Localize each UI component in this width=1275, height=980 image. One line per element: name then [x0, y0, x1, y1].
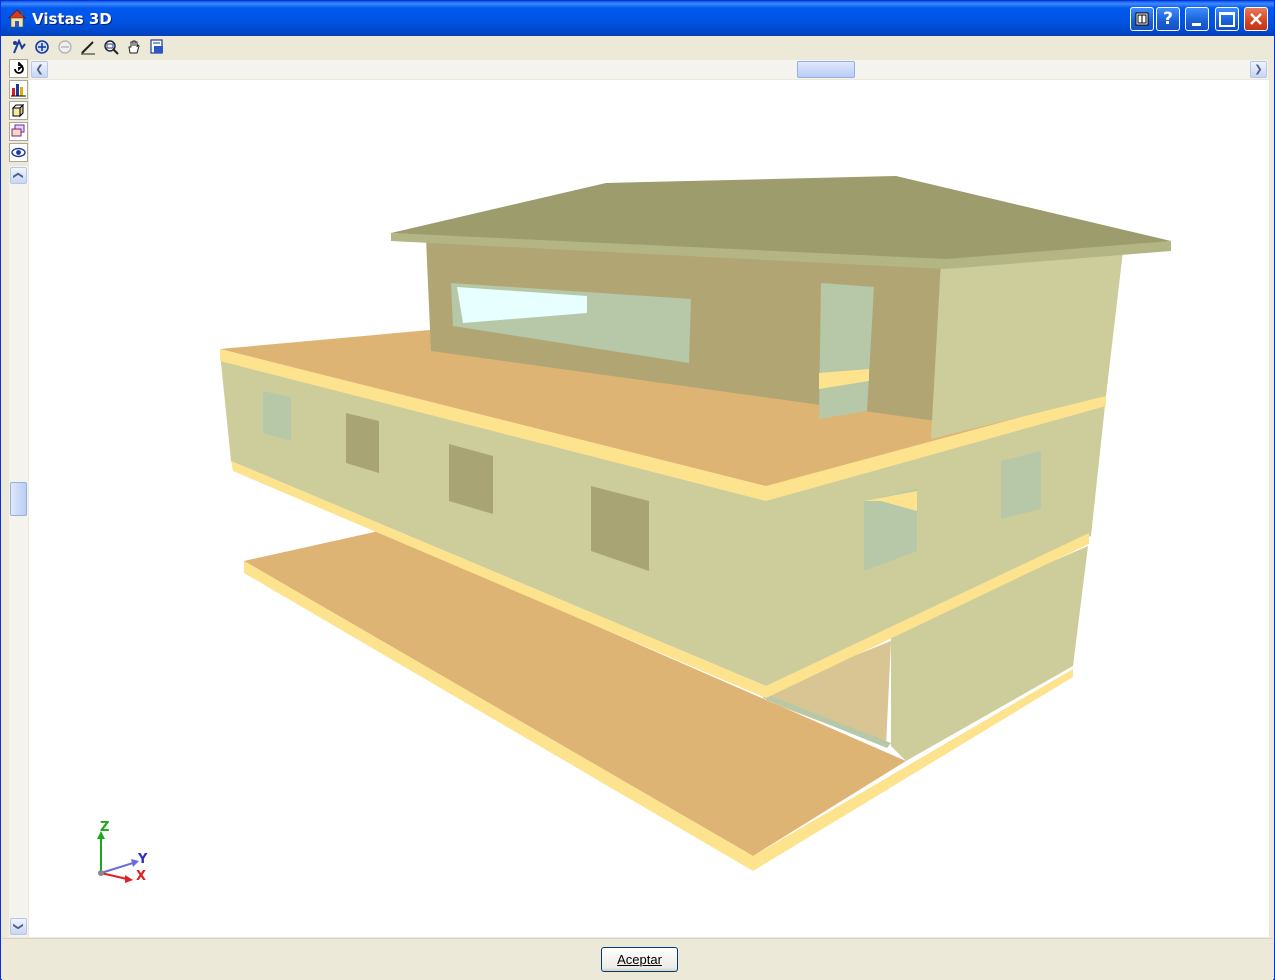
app-house-icon — [7, 8, 27, 28]
undo-view-button[interactable] — [9, 59, 28, 78]
question-mark-icon: ? — [1163, 9, 1173, 29]
window-1 — [263, 391, 291, 441]
zoom-window-icon[interactable] — [102, 38, 120, 56]
building-3d-model — [220, 176, 1171, 871]
horizontal-scrollbar[interactable]: ❮ ❯ — [30, 60, 1268, 79]
axis-origin — [98, 870, 104, 876]
maximize-icon — [1219, 11, 1235, 27]
undo-arrow-icon — [14, 62, 24, 74]
scroll-up-button[interactable]: ❮ — [10, 167, 27, 184]
vertical-scrollbar[interactable]: ❮ ❯ — [9, 166, 28, 937]
visibility-button[interactable] — [9, 143, 28, 162]
minimize-icon — [1192, 23, 1201, 26]
window-6 — [1001, 451, 1041, 519]
pencil-icon[interactable] — [79, 38, 97, 56]
y-axis-line — [100, 862, 134, 874]
pan-hand-icon[interactable] — [125, 38, 143, 56]
book-icon — [1135, 12, 1149, 26]
close-button[interactable] — [1244, 7, 1268, 31]
y-axis-label: Y — [138, 852, 148, 867]
close-icon — [1250, 13, 1262, 25]
x-axis-line — [100, 872, 128, 880]
vertical-scroll-thumb[interactable] — [10, 482, 27, 516]
x-axis-label: X — [136, 869, 147, 884]
manual-button[interactable] — [1130, 7, 1154, 31]
help-button[interactable]: ? — [1156, 7, 1180, 31]
layers-icon — [11, 124, 25, 137]
x-axis-arrow — [125, 875, 133, 883]
box-view-icon — [11, 103, 25, 118]
dialog-footer: Aceptar — [2, 938, 1273, 980]
chevron-down-icon: ❯ — [12, 922, 24, 931]
rotate-tool-icon[interactable] — [10, 38, 28, 56]
scroll-down-button[interactable]: ❯ — [10, 918, 27, 935]
bar-chart-icon — [11, 84, 26, 97]
layers-button[interactable] — [9, 122, 28, 141]
horizontal-scroll-thumb[interactable] — [797, 61, 855, 78]
minimize-button[interactable] — [1185, 7, 1209, 31]
accept-button[interactable]: Aceptar — [601, 947, 678, 972]
window-2 — [346, 413, 379, 473]
z-axis-label: Z — [100, 820, 110, 835]
chevron-left-icon: ❮ — [35, 64, 44, 75]
statistics-button[interactable] — [9, 80, 28, 99]
top-floor-door-opening — [819, 283, 874, 419]
visibility-eye-icon — [11, 147, 26, 158]
maximize-button[interactable] — [1215, 7, 1239, 31]
box-view-button[interactable] — [9, 101, 28, 120]
scroll-right-button[interactable]: ❯ — [1250, 61, 1267, 78]
chevron-up-icon: ❮ — [12, 171, 24, 180]
zoom-out-icon[interactable] — [56, 38, 74, 56]
3d-viewport[interactable]: Z Y X — [29, 80, 1269, 937]
chevron-right-icon: ❯ — [1254, 64, 1263, 75]
vistas-3d-window: Vistas 3D ? ❮ ❯ ❮ ❯ Z Y X Aceptar — [0, 0, 1275, 980]
accept-button-label: Aceptar — [617, 952, 662, 967]
zoom-in-icon[interactable] — [33, 38, 51, 56]
print-preview-icon[interactable] — [148, 38, 166, 56]
scroll-left-button[interactable]: ❮ — [31, 61, 48, 78]
window-title: Vistas 3D — [32, 10, 112, 28]
view-toolbar — [2, 36, 1273, 58]
title-bar[interactable]: Vistas 3D ? — [1, 1, 1274, 36]
